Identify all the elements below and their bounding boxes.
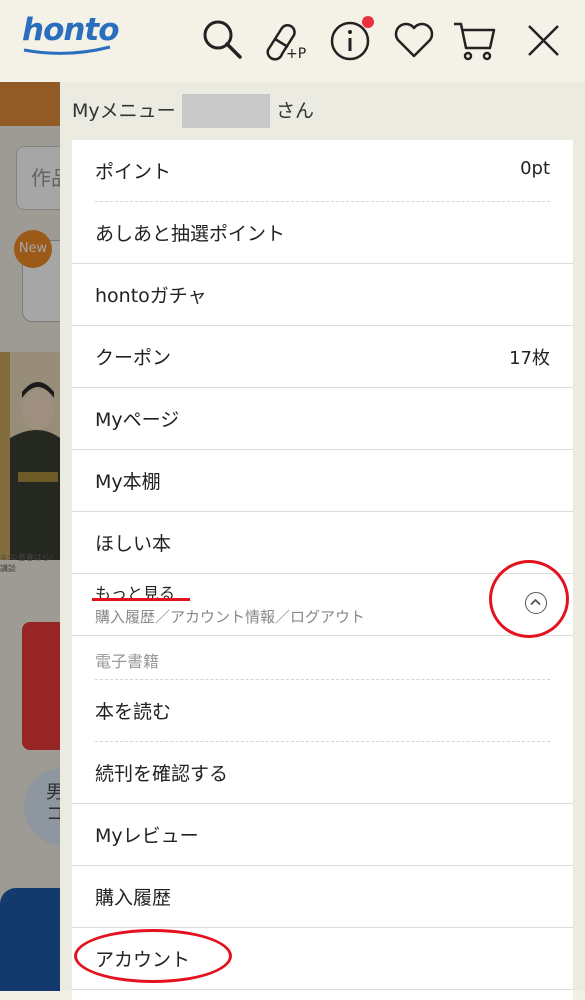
menu-item-label: ほしい本 bbox=[95, 533, 172, 555]
menu-item-label: Myページ bbox=[95, 409, 180, 431]
menu-item-mypage[interactable]: Myページ bbox=[72, 388, 573, 450]
menu-item-coupon[interactable]: クーポン 17枚 bbox=[72, 326, 573, 388]
annotation-underline bbox=[92, 598, 190, 601]
points-value: 0pt bbox=[520, 158, 550, 179]
svg-text:+P: +P bbox=[286, 46, 306, 62]
my-menu-panel: Myメニュー さん ポイント 0pt あしあと抽選ポイント hontoガチャ ク… bbox=[60, 82, 585, 1000]
menu-item-label: 続刊を確認する bbox=[95, 763, 229, 785]
bag-plus-point-icon[interactable]: +P bbox=[260, 16, 308, 64]
heart-icon[interactable] bbox=[390, 16, 438, 64]
menu-card: ポイント 0pt あしあと抽選ポイント hontoガチャ クーポン 17枚 My… bbox=[72, 140, 573, 1000]
app-header: honto +P bbox=[0, 0, 585, 82]
menu-item-label: Myレビュー bbox=[95, 825, 199, 847]
search-icon[interactable] bbox=[198, 16, 246, 64]
annotation-circle-account bbox=[74, 929, 232, 983]
menu-item-label: ポイント bbox=[95, 161, 172, 183]
close-icon[interactable] bbox=[520, 16, 568, 64]
menu-title-suffix: さん bbox=[276, 100, 315, 122]
username-redacted bbox=[182, 94, 270, 128]
overlay-dim[interactable] bbox=[0, 82, 60, 991]
menu-item-read-book[interactable]: 本を読む bbox=[72, 680, 573, 742]
menu-item-points[interactable]: ポイント 0pt bbox=[72, 140, 573, 202]
ebook-section-label: 電子書籍 bbox=[95, 652, 160, 671]
ebook-section-header: 電子書籍 bbox=[72, 636, 573, 680]
menu-item-label: 本を読む bbox=[95, 701, 172, 723]
more-subtitle: 購入履歴／アカウント情報／ログアウト bbox=[95, 608, 366, 626]
menu-item-label: 購入履歴 bbox=[95, 887, 172, 909]
menu-item-label: My本棚 bbox=[95, 471, 161, 493]
coupon-count: 17枚 bbox=[509, 348, 550, 369]
annotation-circle-chevron bbox=[489, 560, 569, 638]
logo-swoosh bbox=[23, 45, 111, 55]
menu-item-label: あしあと抽選ポイント bbox=[95, 223, 286, 245]
menu-item-label: hontoガチャ bbox=[95, 285, 207, 307]
honto-logo[interactable]: honto bbox=[22, 12, 120, 48]
menu-item-label: クーポン bbox=[95, 347, 172, 369]
menu-item-purchase-history[interactable]: 購入履歴 bbox=[72, 866, 573, 928]
menu-title: Myメニュー bbox=[72, 100, 176, 122]
menu-item-gacha[interactable]: hontoガチャ bbox=[72, 264, 573, 326]
menu-item-check-sequels[interactable]: 続刊を確認する bbox=[72, 742, 573, 804]
menu-item-bookshelf[interactable]: My本棚 bbox=[72, 450, 573, 512]
notification-dot bbox=[362, 16, 374, 28]
info-icon[interactable] bbox=[328, 16, 376, 64]
menu-item-wishlist[interactable]: ほしい本 bbox=[72, 512, 573, 574]
menu-item-footprint-lottery[interactable]: あしあと抽選ポイント bbox=[72, 202, 573, 264]
cart-icon[interactable] bbox=[450, 16, 498, 64]
menu-item-my-review[interactable]: Myレビュー bbox=[72, 804, 573, 866]
